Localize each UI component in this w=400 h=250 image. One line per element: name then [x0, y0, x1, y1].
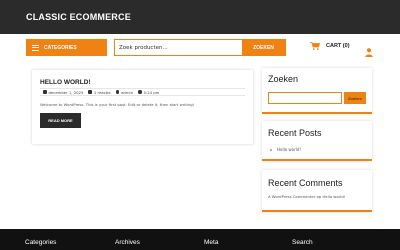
user-icon — [365, 48, 373, 57]
sidebar-search-input[interactable] — [268, 92, 342, 104]
recent-posts-title: Recent Posts — [268, 128, 322, 138]
comment-icon — [88, 90, 92, 94]
post-comments-text: 1 reactie — [93, 89, 111, 95]
footer-heading-meta: Meta — [204, 239, 219, 246]
site-title[interactable]: CLASSIC ECOMMERCE — [26, 12, 131, 22]
product-search-input[interactable] — [115, 40, 243, 55]
post-comments[interactable]: 1 reactie — [88, 89, 111, 95]
read-more-button[interactable]: READ MORE — [40, 113, 81, 128]
footer: Categories Archives Meta Search — [0, 229, 400, 250]
comment-author-link[interactable]: A WordPress Commenter — [268, 194, 315, 199]
post-date-text: december 1, 2025 — [48, 89, 84, 95]
calendar-icon — [43, 90, 47, 94]
main-navbar: CATEGORIES ZOEKEN CART (0) — [0, 34, 400, 60]
cart-link[interactable]: CART (0) — [310, 42, 350, 50]
top-header: CLASSIC ECOMMERCE — [0, 0, 400, 34]
sidebar-search-button[interactable]: Zoeken — [344, 92, 366, 104]
recent-posts-widget: Recent Posts Hello world! — [262, 121, 372, 161]
footer-heading-archives: Archives — [115, 239, 140, 246]
recent-comments-title: Recent Comments — [268, 178, 343, 188]
search-widget: Zoeken Zoeken — [262, 68, 372, 114]
post-author[interactable]: admin — [115, 89, 134, 95]
post-excerpt: Welcome to WordPress. This is your first… — [40, 102, 195, 107]
post-card: HELLO WORLD! december 1, 2025 1 reactie … — [32, 70, 253, 144]
recent-comments-widget: Recent Comments A WordPress Commenter op… — [262, 170, 372, 212]
clock-icon — [138, 90, 142, 94]
footer-heading-search: Search — [292, 239, 313, 246]
post-time: 5:24 pm — [138, 90, 159, 95]
post-author-text: admin — [121, 89, 134, 95]
post-date[interactable]: december 1, 2025 — [43, 90, 83, 95]
cart-label: CART (0) — [326, 43, 350, 49]
recent-comment-entry: A WordPress Commenter op Hello world! — [268, 194, 345, 199]
footer-heading-categories: Categories — [25, 239, 57, 246]
post-meta: december 1, 2025 1 reactie admin 5:24 pm — [40, 88, 245, 96]
cart-icon — [310, 42, 320, 50]
user-icon — [115, 90, 120, 94]
product-search: ZOEKEN — [114, 39, 286, 56]
recent-post-link[interactable]: Hello world! — [270, 147, 301, 152]
account-link[interactable] — [365, 42, 373, 61]
categories-button[interactable]: CATEGORIES — [26, 39, 107, 56]
comment-separator: op — [316, 194, 322, 199]
hamburger-icon — [32, 44, 39, 51]
comment-post-link[interactable]: Hello world! — [322, 194, 345, 199]
product-search-button[interactable]: ZOEKEN — [242, 40, 285, 55]
post-time-text: 5:24 pm — [143, 89, 160, 95]
categories-label: CATEGORIES — [44, 44, 77, 51]
bullet-icon — [270, 148, 272, 151]
post-title[interactable]: HELLO WORLD! — [40, 79, 91, 86]
search-widget-title: Zoeken — [268, 74, 299, 84]
recent-post-label: Hello world! — [277, 147, 302, 152]
